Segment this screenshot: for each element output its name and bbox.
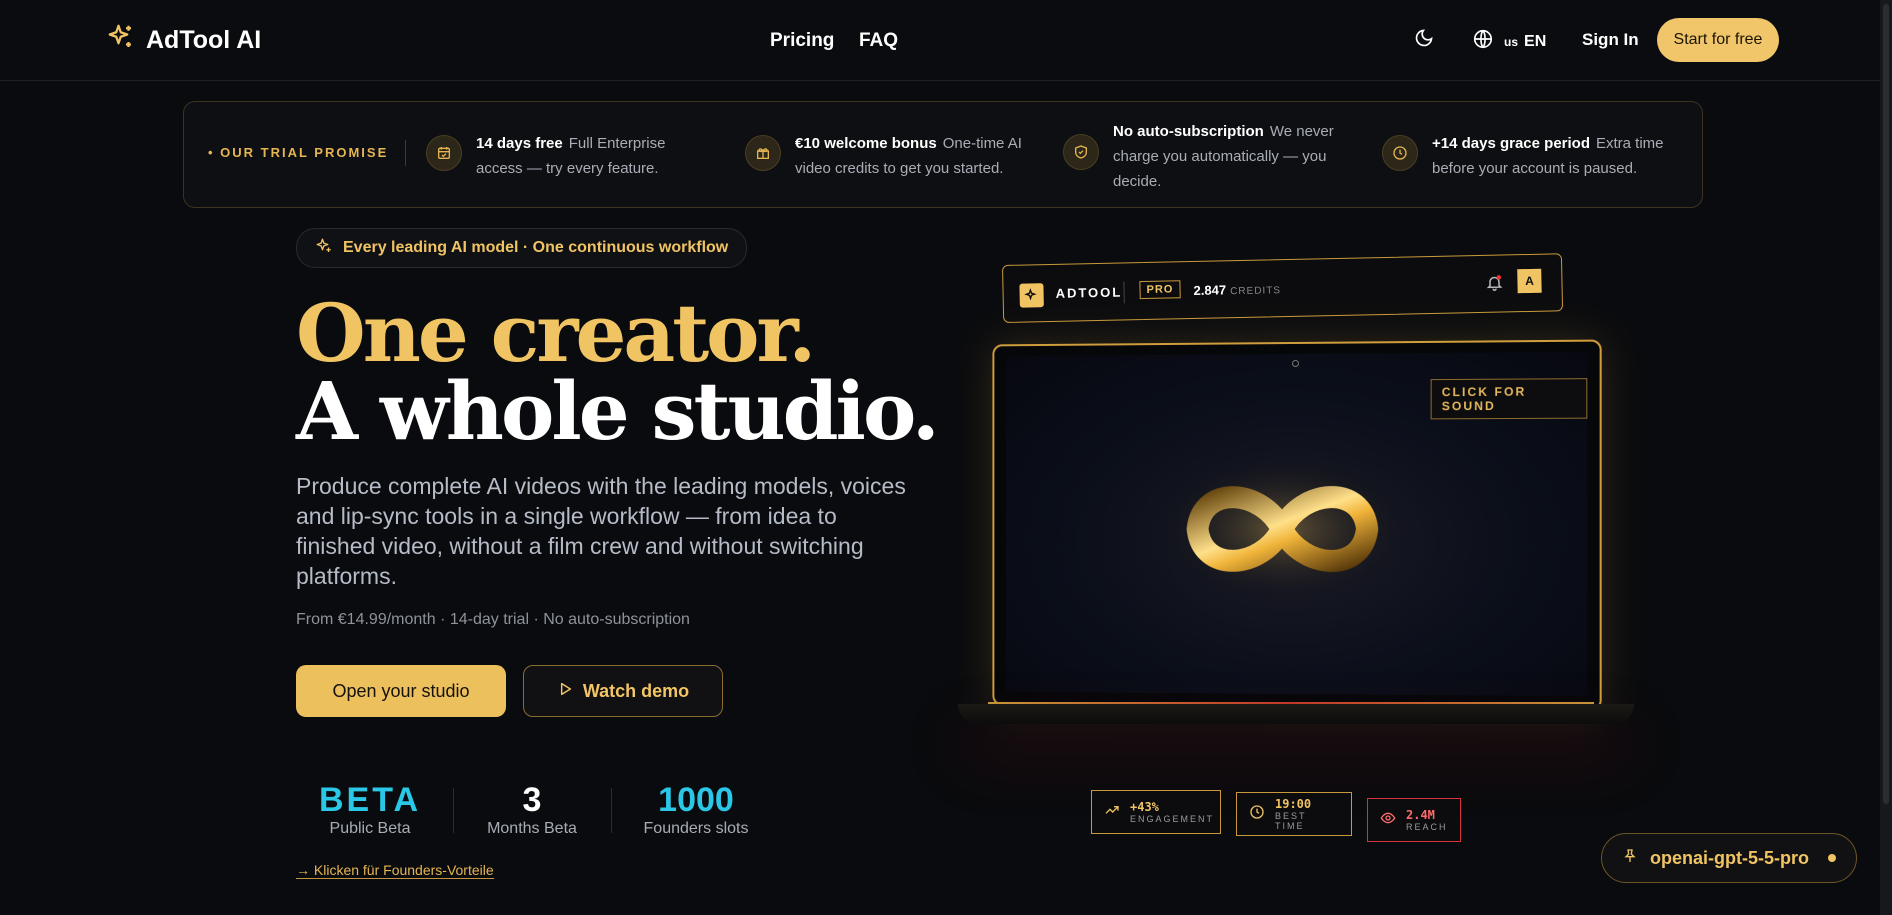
promise-title: 14 days free xyxy=(476,135,563,152)
infinity-logo xyxy=(1153,449,1412,610)
promise-title: €10 welcome bonus xyxy=(795,135,937,152)
laptop-screen[interactable]: CLICK FOR SOUND xyxy=(992,340,1601,711)
plan-badge: PRO xyxy=(1139,280,1180,299)
model-badge[interactable]: openai-gpt-5-5-pro xyxy=(1601,833,1857,883)
credits-display: 2.847 CREDITS xyxy=(1193,281,1281,298)
globe-icon xyxy=(1472,28,1494,55)
hero-description: Produce complete AI videos with the lead… xyxy=(296,471,916,591)
chip-value: 19:00 xyxy=(1275,797,1339,811)
stat-label: Founders slots xyxy=(636,820,756,838)
click-for-sound-button[interactable]: CLICK FOR SOUND xyxy=(1431,378,1588,419)
trial-promise-label: • OUR TRIAL PROMISE xyxy=(208,145,388,160)
scrollbar-thumb[interactable] xyxy=(1883,4,1889,804)
headline-line-2: A whole studio. xyxy=(296,366,937,456)
chip-value: +43% xyxy=(1130,800,1214,814)
flag-label: us xyxy=(1504,35,1518,49)
promise-title: +14 days grace period xyxy=(1432,135,1590,152)
divider xyxy=(1123,281,1124,303)
promise-item: +14 days grace period Extra time before y… xyxy=(1382,131,1682,181)
watch-demo-label: Watch demo xyxy=(583,681,689,702)
chip-value: 2.4M xyxy=(1406,808,1448,822)
camera-dot xyxy=(1292,360,1299,367)
stat-founders: 1000 Founders slots xyxy=(636,780,756,838)
divider xyxy=(405,140,406,166)
stat-value: 3 xyxy=(472,780,592,820)
founders-benefits-link[interactable]: → Klicken für Founders-Vorteile xyxy=(296,862,494,879)
start-free-button[interactable]: Start for free xyxy=(1657,18,1779,62)
calendar-check-icon xyxy=(426,135,462,171)
brand-logo[interactable]: AdTool AI xyxy=(106,22,261,59)
dark-mode-toggle[interactable] xyxy=(1412,28,1436,52)
gift-icon xyxy=(745,135,781,171)
play-icon xyxy=(557,681,573,702)
app-brand: ADTOOL xyxy=(1055,284,1122,300)
promise-item: No auto-subscription We never charge you … xyxy=(1063,119,1353,194)
language-selector[interactable]: us EN xyxy=(1472,28,1546,55)
stat-label: Months Beta xyxy=(472,820,592,838)
app-topbar-mockup: ADTOOL PRO 2.847 CREDITS A xyxy=(1002,253,1563,323)
engagement-chip: +43% ENGAGEMENT xyxy=(1091,790,1221,834)
shield-check-icon xyxy=(1063,134,1099,170)
promise-item: 14 days free Full Enterprise access — try… xyxy=(426,131,716,181)
avatar: A xyxy=(1517,269,1541,293)
model-name: openai-gpt-5-5-pro xyxy=(1650,848,1809,869)
eye-icon xyxy=(1380,810,1396,831)
watch-demo-button[interactable]: Watch demo xyxy=(523,665,723,717)
chip-label: REACH xyxy=(1406,822,1448,832)
credits-label: CREDITS xyxy=(1230,285,1281,297)
clock-icon xyxy=(1249,804,1265,825)
laptop-base xyxy=(958,704,1634,724)
clock-icon xyxy=(1382,135,1418,171)
language-code: EN xyxy=(1524,33,1546,51)
credits-value: 2.847 xyxy=(1193,282,1226,298)
stat-beta: BETA Public Beta xyxy=(310,780,430,838)
stat-value: BETA xyxy=(310,780,430,820)
sign-in-link[interactable]: Sign In xyxy=(1582,30,1639,50)
status-dot xyxy=(1828,854,1836,862)
app-logo-icon xyxy=(1019,283,1043,307)
stat-value: 1000 xyxy=(636,780,756,820)
trending-up-icon xyxy=(1104,802,1120,823)
nav-link-faq[interactable]: FAQ xyxy=(859,30,898,52)
sparkle-icon xyxy=(106,22,136,59)
reach-chip: 2.4M REACH xyxy=(1367,798,1461,842)
pin-icon xyxy=(1622,848,1638,869)
divider xyxy=(611,788,612,833)
stat-months: 3 Months Beta xyxy=(472,780,592,838)
chip-label: BEST TIME xyxy=(1275,811,1339,831)
divider xyxy=(453,788,454,833)
bell-icon xyxy=(1485,274,1503,297)
video-preview[interactable]: CLICK FOR SOUND xyxy=(1006,352,1587,696)
best-time-chip: 19:00 BEST TIME xyxy=(1236,792,1352,836)
chip-label: ENGAGEMENT xyxy=(1130,814,1214,824)
promise-title: No auto-subscription xyxy=(1113,123,1264,140)
stat-label: Public Beta xyxy=(310,820,430,838)
hero-tagline-pill: Every leading AI model · One continuous … xyxy=(296,228,747,268)
tagline-text: Every leading AI model · One continuous … xyxy=(343,239,728,257)
sparkle-icon xyxy=(315,237,333,260)
brand-name: AdTool AI xyxy=(146,26,261,55)
promise-item: €10 welcome bonus One-time AI video credi… xyxy=(745,131,1035,181)
moon-icon xyxy=(1414,28,1434,53)
open-studio-button[interactable]: Open your studio xyxy=(296,665,506,717)
pricing-fineprint: From €14.99/month · 14-day trial · No au… xyxy=(296,611,690,629)
nav-link-pricing[interactable]: Pricing xyxy=(770,30,834,52)
